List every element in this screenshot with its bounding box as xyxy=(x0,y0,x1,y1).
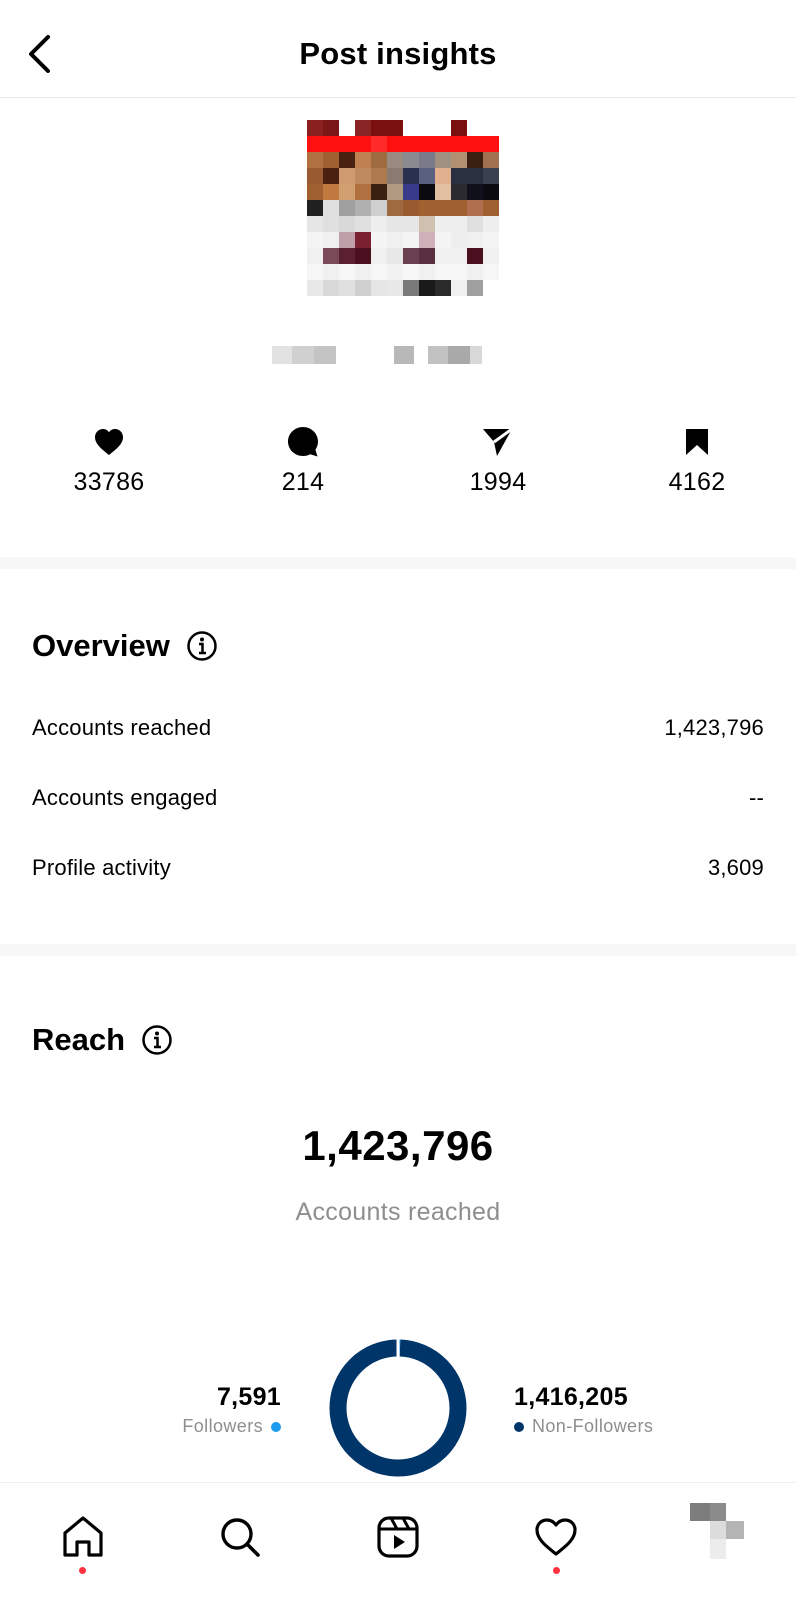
activity-heart-icon xyxy=(535,1518,577,1556)
comment-icon xyxy=(288,427,318,457)
row-label: Profile activity xyxy=(32,855,171,880)
tab-profile-avatar[interactable] xyxy=(690,1503,746,1559)
comments-stat: 214 xyxy=(223,424,383,497)
non-followers-legend: 1,416,205 Non-Followers xyxy=(514,1383,653,1437)
reels-icon xyxy=(377,1516,419,1558)
likes-count: 33786 xyxy=(73,468,145,496)
post-caption-blurred xyxy=(272,346,482,364)
home-icon xyxy=(63,1516,103,1557)
non-followers-label: Non-Followers xyxy=(532,1416,654,1436)
tab-home[interactable] xyxy=(55,1509,111,1565)
overview-info-button[interactable] xyxy=(186,630,218,662)
tab-activity[interactable] xyxy=(528,1509,584,1565)
tab-reels[interactable] xyxy=(370,1509,426,1565)
overview-title: Overview xyxy=(32,628,218,664)
row-label: Accounts engaged xyxy=(32,785,218,810)
info-icon xyxy=(187,631,217,661)
donut-segment-non-followers xyxy=(329,1339,467,1477)
activity-notification-dot xyxy=(553,1567,560,1574)
followers-dot xyxy=(271,1421,281,1432)
bottom-tab-bar xyxy=(0,1482,796,1600)
reach-total-label: Accounts reached xyxy=(295,1198,501,1226)
saves-count: 4162 xyxy=(668,468,726,496)
non-followers-value: 1,416,205 xyxy=(514,1383,628,1411)
engagement-stats: 33786 214 1994 4162 xyxy=(0,424,796,504)
post-thumbnail[interactable] xyxy=(307,120,499,312)
reach-info-button[interactable] xyxy=(141,1024,173,1056)
tab-search[interactable] xyxy=(212,1509,268,1565)
row-value: -- xyxy=(748,785,764,810)
reach-heading: Reach xyxy=(32,1022,126,1057)
saves-stat: 4162 xyxy=(617,424,777,497)
section-divider xyxy=(0,944,796,956)
overview-row-accounts-reached[interactable]: Accounts reached 1,423,796 xyxy=(32,708,764,748)
reach-total: 1,423,796 xyxy=(302,1122,494,1169)
page-title: Post insights xyxy=(299,36,497,71)
reach-donut-chart xyxy=(329,1338,467,1477)
bookmark-icon xyxy=(686,429,708,455)
row-label: Accounts reached xyxy=(32,715,212,740)
share-icon xyxy=(483,427,513,456)
non-followers-dot xyxy=(514,1421,524,1432)
overview-row-profile-activity[interactable]: Profile activity 3,609 xyxy=(32,848,764,888)
row-value: 1,423,796 xyxy=(664,715,764,740)
shares-count: 1994 xyxy=(469,468,527,496)
overview-row-accounts-engaged[interactable]: Accounts engaged -- xyxy=(32,778,764,818)
home-notification-dot xyxy=(79,1567,86,1574)
reach-title: Reach xyxy=(32,1022,173,1058)
section-divider xyxy=(0,557,796,569)
info-icon xyxy=(142,1025,172,1055)
heart-icon xyxy=(95,429,123,455)
likes-stat: 33786 xyxy=(29,424,189,497)
followers-value: 7,591 xyxy=(216,1383,281,1411)
header: Post insights xyxy=(0,0,796,98)
shares-stat: 1994 xyxy=(418,424,578,497)
donut-gap xyxy=(396,1338,400,1358)
row-value: 3,609 xyxy=(707,855,764,880)
comments-count: 214 xyxy=(281,468,325,496)
followers-label: Followers xyxy=(182,1416,263,1436)
search-icon xyxy=(221,1518,260,1557)
followers-legend: 7,591 Followers xyxy=(182,1383,281,1437)
overview-heading: Overview xyxy=(32,628,170,663)
